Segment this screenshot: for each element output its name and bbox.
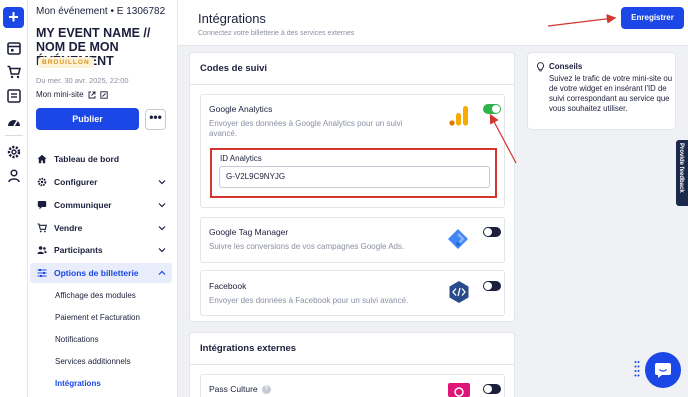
toggle-knob [484,282,492,290]
external-integrations-title: Intégrations externes [200,343,297,354]
feedback-tab[interactable]: Provide feedback [676,140,688,206]
minisite-row: Mon mini-site [36,90,108,99]
nav-item-configure[interactable]: Configurer [28,172,177,192]
list-icon[interactable] [6,88,22,104]
integration-name: Google Analytics [209,104,273,114]
integration-description: Envoyer des données à Google Analytics p… [209,119,403,138]
nav-item-label: Configurer [54,177,98,187]
pass-culture-integration: Pass Culture ? [200,374,505,397]
rail-divider [5,135,23,136]
subnav-item-notifications[interactable]: Notifications [55,335,99,344]
page-header: Intégrations Connectez votre billetterie… [178,0,688,46]
integration-name: Facebook [209,281,247,291]
publish-button[interactable]: Publier [36,108,139,130]
integration-name-row: Pass Culture ? [209,384,271,394]
nav-item-label: Participants [54,245,103,255]
analytics-id-field-group: ID Analytics G-V2L9C9NYJG [210,148,497,198]
code-hexagon-icon [449,281,469,303]
external-link-icon[interactable] [88,91,96,99]
chevron-down-icon [158,180,166,185]
message-icon [37,201,47,210]
nav-item-label: Vendre [54,223,83,233]
chevron-up-icon [158,270,166,275]
google-analytics-toggle[interactable] [483,104,501,114]
chat-bubble-icon [655,363,671,378]
google-analytics-logo-icon [449,106,468,126]
page-title: Intégrations [198,11,266,26]
subnav-item-modules-display[interactable]: Affichage des modules [55,291,136,300]
integration-name: Google Tag Manager [209,227,289,237]
analytics-id-input[interactable]: G-V2L9C9NYJG [219,166,490,188]
chevron-down-icon [158,226,166,231]
integration-description: Suivre les conversions de vos campagnes … [209,242,405,251]
nav-item-label: Communiquer [54,200,112,210]
icon-rail: + [0,0,28,397]
chat-button[interactable] [645,352,681,388]
analytics-id-label: ID Analytics [220,154,262,163]
facebook-integration: Facebook Envoyer des données à Facebook … [200,270,505,316]
nav-item-sell[interactable]: Vendre [28,218,177,238]
more-options-button[interactable]: ••• [145,109,166,130]
tracking-codes-title: Codes de suivi [200,63,268,74]
sliders-icon [37,269,47,277]
tips-text: Suivez le trafic de votre mini-site ou d… [549,74,673,113]
user-icon[interactable] [6,168,22,184]
save-button[interactable]: Enregistrer [621,7,684,29]
event-date: Du mer. 30 avr. 2025, 22:00 [36,76,129,85]
google-analytics-integration: Google Analytics Envoyer des données à G… [200,94,505,208]
card-divider [190,84,514,85]
minisite-label: Mon mini-site [36,90,84,99]
drag-handle-icon[interactable] [634,360,640,378]
card-divider [190,364,514,365]
edit-icon[interactable] [99,90,108,99]
integration-description: Envoyer des données à Facebook pour un s… [209,296,409,305]
calendar-icon[interactable] [6,40,22,56]
google-tag-manager-toggle[interactable] [483,227,501,237]
subnav-item-integrations[interactable]: Intégrations [55,379,101,388]
tips-card: Conseils Suivez le trafic de votre mini-… [527,52,676,130]
subnav-item-payment-billing[interactable]: Paiement et Facturation [55,313,140,322]
google-tag-manager-integration: Google Tag Manager Suivre les conversion… [200,217,505,263]
page-subtitle: Connectez votre billetterie à des servic… [198,30,355,37]
help-icon[interactable]: ? [261,384,271,394]
shopping-cart-icon [37,223,47,233]
nav-item-participants[interactable]: Participants [28,240,177,260]
chevron-down-icon [158,203,166,208]
integration-name: Pass Culture [209,384,258,394]
nav-item-label: Options de billetterie [54,268,139,278]
pass-culture-logo-icon [448,383,470,397]
toggle-knob [492,105,500,113]
tips-title: Conseils [549,62,583,71]
tracking-codes-card: Codes de suivi Google Analytics Envoyer … [189,52,515,322]
nav-item-communicate[interactable]: Communiquer [28,195,177,215]
event-sidebar: Mon événement • E 1306782 MY EVENT NAME … [28,0,178,397]
pass-culture-toggle[interactable] [483,384,501,394]
toggle-knob [484,385,492,393]
cart-icon[interactable] [6,64,22,80]
participants-icon [37,246,47,254]
create-plus-button[interactable]: + [3,7,24,28]
nav-item-ticketing-options[interactable]: Options de billetterie [30,263,172,283]
subnav-item-additional-services[interactable]: Services additionnels [55,357,131,366]
status-badge: BROUILLON [38,57,94,68]
google-tag-manager-logo-icon [448,229,468,249]
dashboard-icon[interactable] [6,113,22,129]
home-icon [37,154,47,164]
lightbulb-icon [537,62,544,72]
facebook-toggle[interactable] [483,281,501,291]
nav-item-dashboard[interactable]: Tableau de bord [28,149,177,169]
gear-icon [37,177,47,187]
nav-item-label: Tableau de bord [54,154,120,164]
external-integrations-card: Intégrations externes Pass Culture ? [189,332,515,397]
settings-gear-icon[interactable] [6,144,22,160]
feedback-label: Provide feedback [678,143,684,193]
event-header: Mon événement • E 1306782 [36,6,166,17]
chevron-down-icon [158,248,166,253]
toggle-knob [484,228,492,236]
